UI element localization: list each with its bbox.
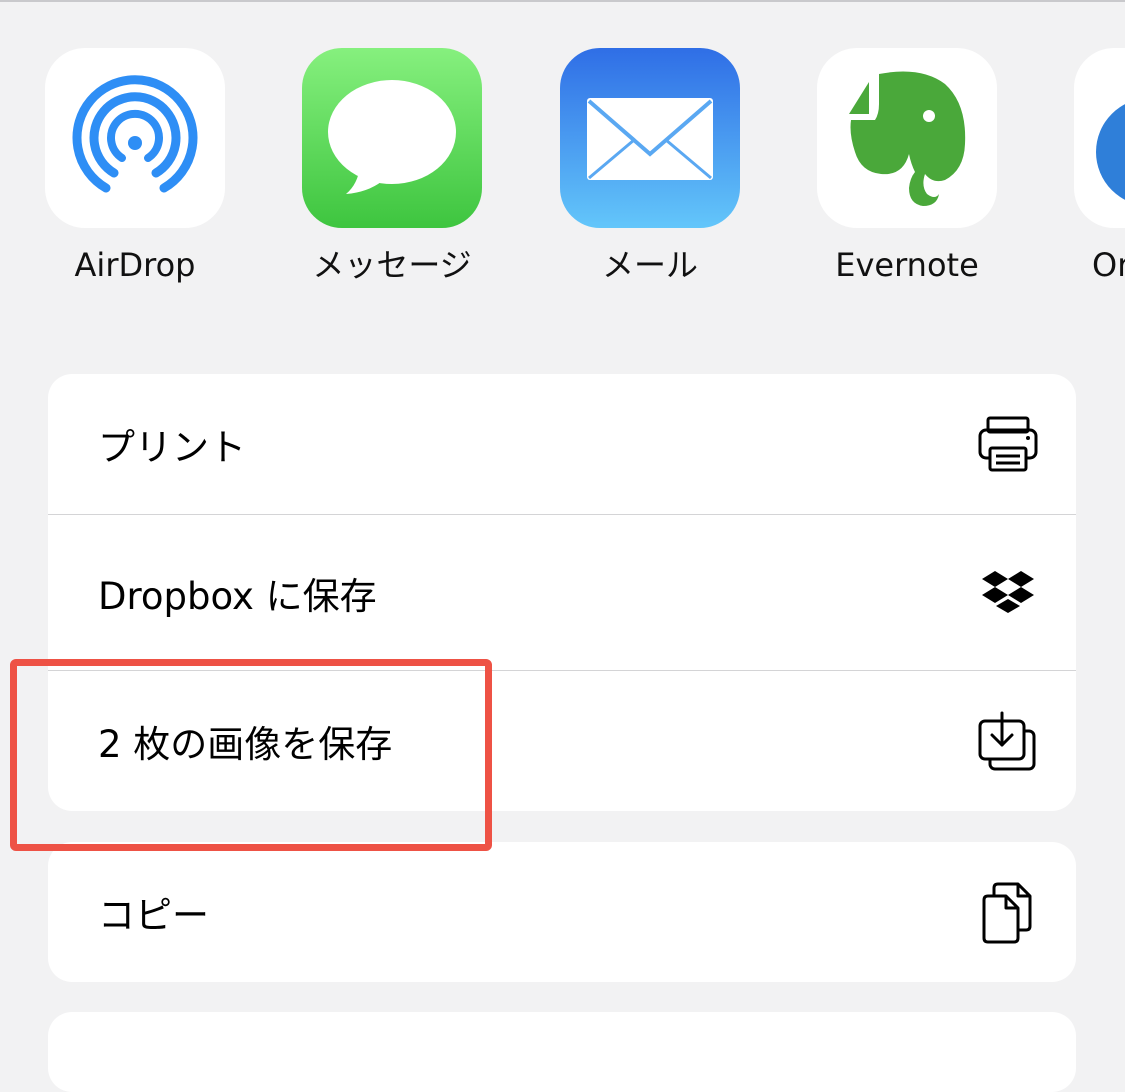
action-label: プリント — [98, 426, 246, 469]
share-app-label: Evernote — [835, 246, 979, 284]
action-label: 2 枚の画像を保存 — [98, 723, 393, 766]
share-app-partial[interactable]: Or — [1074, 48, 1125, 298]
share-app-mail[interactable]: メール — [560, 48, 740, 298]
share-app-label: メール — [601, 246, 698, 284]
action-save-images[interactable]: 2 枚の画像を保存 — [48, 671, 1076, 811]
share-app-messages[interactable]: メッセージ — [302, 48, 482, 298]
share-apps-row[interactable]: AirDrop メッセージ メール Evernote Or — [0, 48, 1125, 298]
action-label: コピー — [98, 894, 209, 937]
share-app-evernote[interactable]: Evernote — [817, 48, 997, 298]
printer-icon — [976, 412, 1040, 476]
share-app-airdrop[interactable]: AirDrop — [45, 48, 225, 298]
save-images-icon — [976, 709, 1040, 773]
sheet-top-border — [0, 0, 1125, 2]
copy-icon — [976, 880, 1040, 944]
action-print[interactable]: プリント — [48, 374, 1076, 514]
dropbox-icon — [976, 561, 1040, 625]
action-list-group-next — [48, 1012, 1076, 1092]
share-app-label: AirDrop — [74, 246, 196, 284]
share-app-label: メッセージ — [312, 246, 472, 284]
action-save-to-dropbox[interactable]: Dropbox に保存 — [48, 515, 1076, 670]
partial-app-icon[interactable] — [1074, 48, 1125, 228]
airdrop-icon[interactable] — [45, 48, 225, 228]
mail-icon[interactable] — [560, 48, 740, 228]
action-label: Dropbox に保存 — [98, 574, 377, 618]
share-app-label: Or — [1092, 246, 1125, 284]
evernote-icon[interactable] — [817, 48, 997, 228]
action-list-group: プリント Dropbox に保存 2 枚の画像を保存 — [48, 374, 1076, 811]
messages-icon[interactable] — [302, 48, 482, 228]
action-list-group: コピー — [48, 842, 1076, 982]
action-copy[interactable]: コピー — [48, 842, 1076, 982]
